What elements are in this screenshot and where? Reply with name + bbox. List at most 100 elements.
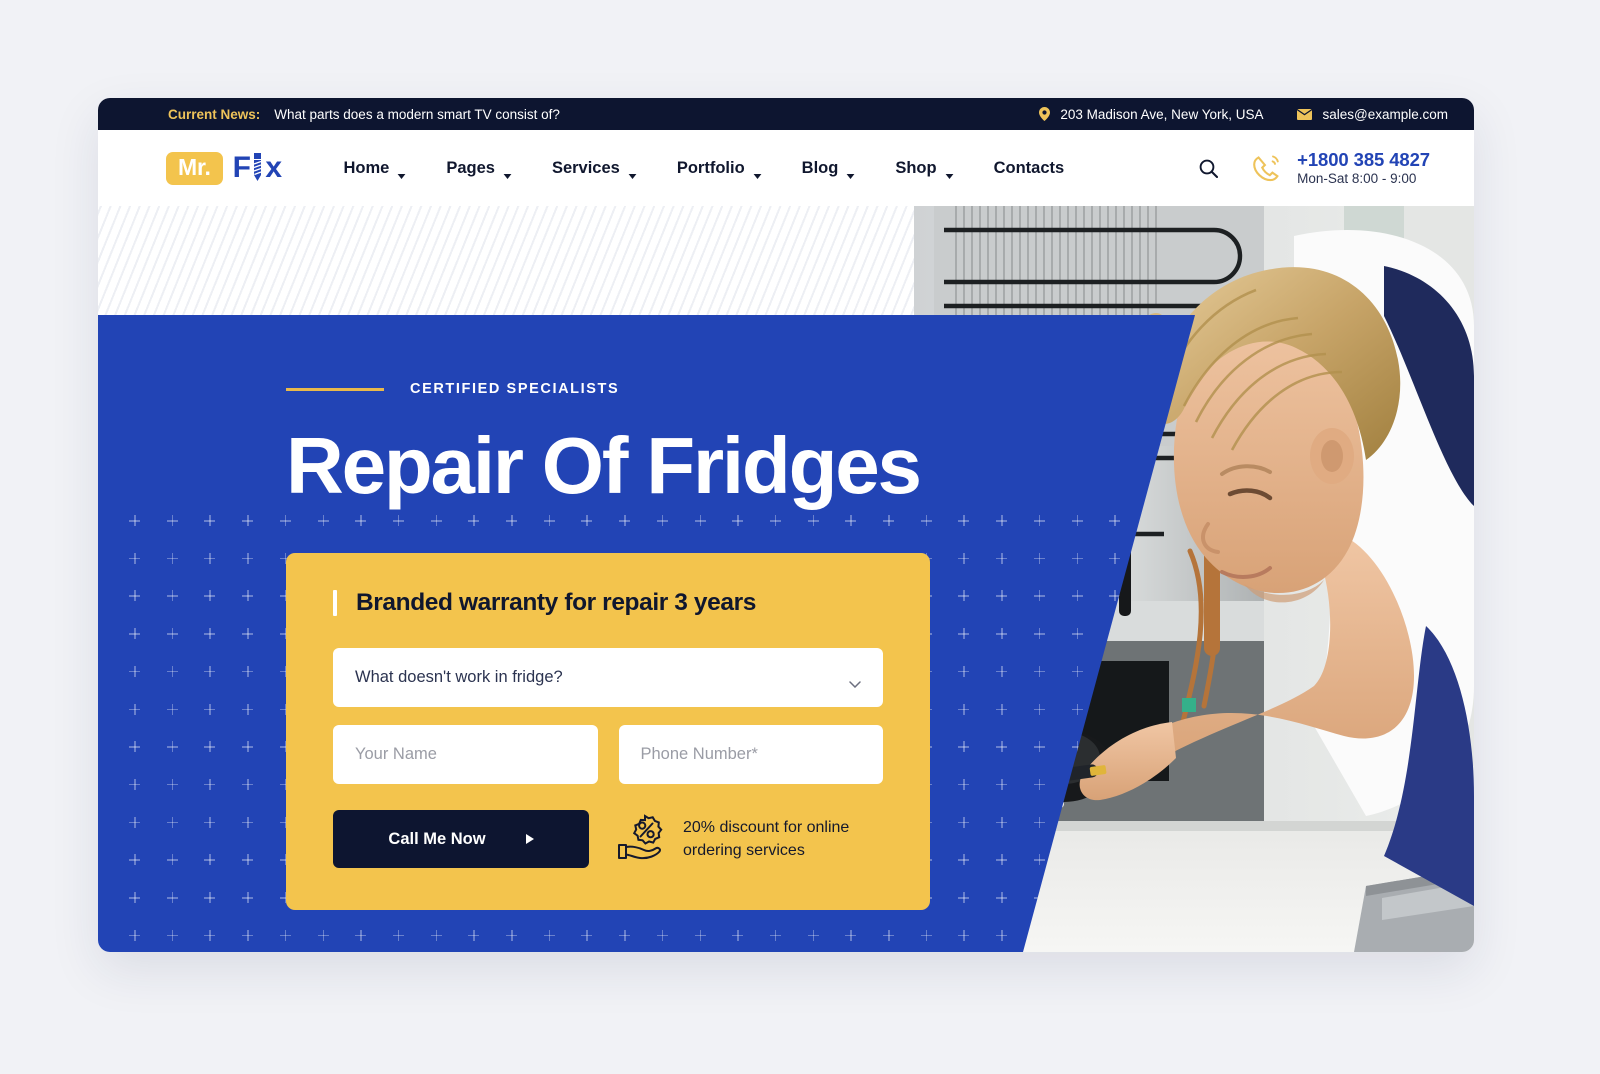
plus-mark	[242, 628, 254, 640]
topbar-email[interactable]: sales@example.com	[1297, 107, 1448, 122]
nav-item-home[interactable]: Home	[323, 159, 426, 179]
heading-accent-bar	[333, 590, 337, 617]
nav-item-pages[interactable]: Pages	[426, 159, 532, 179]
envelope-icon	[1297, 108, 1313, 120]
plus-mark	[204, 929, 216, 941]
search-icon[interactable]	[1199, 159, 1219, 178]
plus-mark	[958, 515, 970, 526]
logo-letter-x: x	[265, 151, 282, 184]
plus-mark	[958, 741, 970, 753]
plus-mark	[204, 816, 216, 828]
plus-mark	[129, 741, 140, 753]
plus-mark	[958, 816, 970, 828]
plus-mark	[166, 665, 178, 677]
plus-mark	[242, 590, 254, 602]
nav-item-blog[interactable]: Blog	[782, 158, 876, 179]
plus-mark	[1033, 854, 1045, 866]
plus-mark	[166, 929, 178, 941]
plus-mark	[958, 552, 970, 564]
plus-mark	[242, 816, 254, 828]
chevron-down-icon	[503, 166, 512, 179]
discount-line-2: ordering services	[683, 842, 805, 860]
plus-mark	[129, 665, 140, 677]
chevron-down-icon	[945, 166, 954, 179]
phone-input[interactable]: Phone Number*	[618, 725, 883, 785]
plus-mark	[1109, 515, 1121, 526]
plus-mark	[242, 929, 254, 941]
plus-mark	[996, 854, 1008, 866]
hand-percent-discount-icon	[617, 813, 667, 866]
plus-mark	[129, 590, 140, 602]
hero-content: CERTIFIED SPECIALISTS Repair Of Fridges …	[286, 381, 930, 911]
plus-mark	[166, 515, 178, 526]
plus-mark	[883, 929, 894, 941]
form-inputs-row: Your Name Phone Number*	[333, 725, 883, 785]
plus-mark	[166, 816, 178, 828]
problem-select[interactable]: What doesn't work in fridge?	[333, 648, 883, 708]
plus-mark	[996, 741, 1008, 753]
form-actions-row: Call Me Now 20% discount for online orde…	[333, 810, 883, 869]
plus-mark	[619, 929, 631, 941]
plus-mark	[1071, 552, 1083, 564]
plus-mark	[958, 929, 970, 941]
logo-letter-f: F	[232, 151, 251, 184]
topbar-contact-group: 203 Madison Ave, New York, USA sales@exa…	[1039, 107, 1448, 122]
plus-mark	[129, 854, 140, 866]
plus-mark	[1071, 590, 1083, 602]
plus-mark	[204, 628, 216, 640]
plus-mark	[996, 892, 1008, 903]
name-input[interactable]: Your Name	[333, 725, 598, 785]
plus-mark	[129, 515, 140, 526]
phone-text-group: +1800 385 4827 Mon-Sat 8:00 - 9:00	[1297, 148, 1430, 188]
nav-label: Contacts	[993, 158, 1065, 177]
plus-mark	[129, 628, 140, 640]
name-input-placeholder: Your Name	[355, 745, 437, 764]
nav-label: Services	[551, 158, 620, 177]
plus-mark	[694, 929, 706, 941]
nav-item-services[interactable]: Services	[532, 158, 657, 179]
plus-mark	[1033, 778, 1045, 790]
plus-mark	[996, 778, 1008, 790]
current-news-headline[interactable]: What parts does a modern smart TV consis…	[274, 107, 560, 122]
plus-mark	[1033, 665, 1045, 677]
plus-mark	[204, 854, 216, 866]
nav-item-portfolio[interactable]: Portfolio	[657, 158, 782, 179]
plus-mark	[581, 929, 593, 941]
site-header: Mr. F x Home Pages Services Portfolio Bl…	[98, 130, 1474, 206]
plus-mark	[204, 515, 216, 526]
plus-mark	[845, 929, 857, 941]
call-me-now-button[interactable]: Call Me Now	[333, 810, 589, 869]
nav-item-shop[interactable]: Shop	[875, 159, 973, 179]
topbar-email-text[interactable]: sales@example.com	[1322, 107, 1448, 122]
plus-mark	[166, 552, 178, 564]
plus-mark	[242, 703, 254, 715]
plus-mark	[506, 929, 517, 941]
hero-section: CERTIFIED SPECIALISTS Repair Of Fridges …	[98, 206, 1474, 952]
eyebrow-rule	[286, 387, 384, 391]
discount-note: 20% discount for online ordering service…	[617, 813, 849, 866]
chevron-down-icon	[397, 166, 406, 179]
nav-label: Portfolio	[676, 158, 745, 177]
nav-label: Blog	[801, 158, 839, 177]
form-heading: Branded warranty for repair 3 years	[333, 589, 883, 617]
plus-mark	[129, 703, 140, 715]
plus-mark	[129, 816, 140, 828]
plus-mark	[1033, 703, 1045, 715]
site-logo[interactable]: Mr. F x	[166, 151, 282, 185]
phone-ring-icon	[1250, 152, 1284, 184]
phone-number[interactable]: +1800 385 4827	[1297, 148, 1430, 171]
current-news-label: Current News:	[168, 106, 261, 122]
plus-mark	[242, 552, 254, 564]
chevron-down-icon	[846, 166, 855, 179]
plus-mark	[166, 854, 178, 866]
plus-mark	[204, 665, 216, 677]
plus-mark	[1071, 628, 1083, 640]
plus-mark	[430, 929, 442, 941]
plus-mark	[1033, 741, 1045, 753]
plus-mark	[996, 590, 1008, 602]
plus-mark	[1033, 552, 1045, 564]
problem-select-value: What doesn't work in fridge?	[355, 668, 563, 687]
plus-mark	[166, 778, 178, 790]
header-phone-block[interactable]: +1800 385 4827 Mon-Sat 8:00 - 9:00	[1250, 148, 1430, 188]
nav-item-contacts[interactable]: Contacts	[974, 159, 1085, 178]
